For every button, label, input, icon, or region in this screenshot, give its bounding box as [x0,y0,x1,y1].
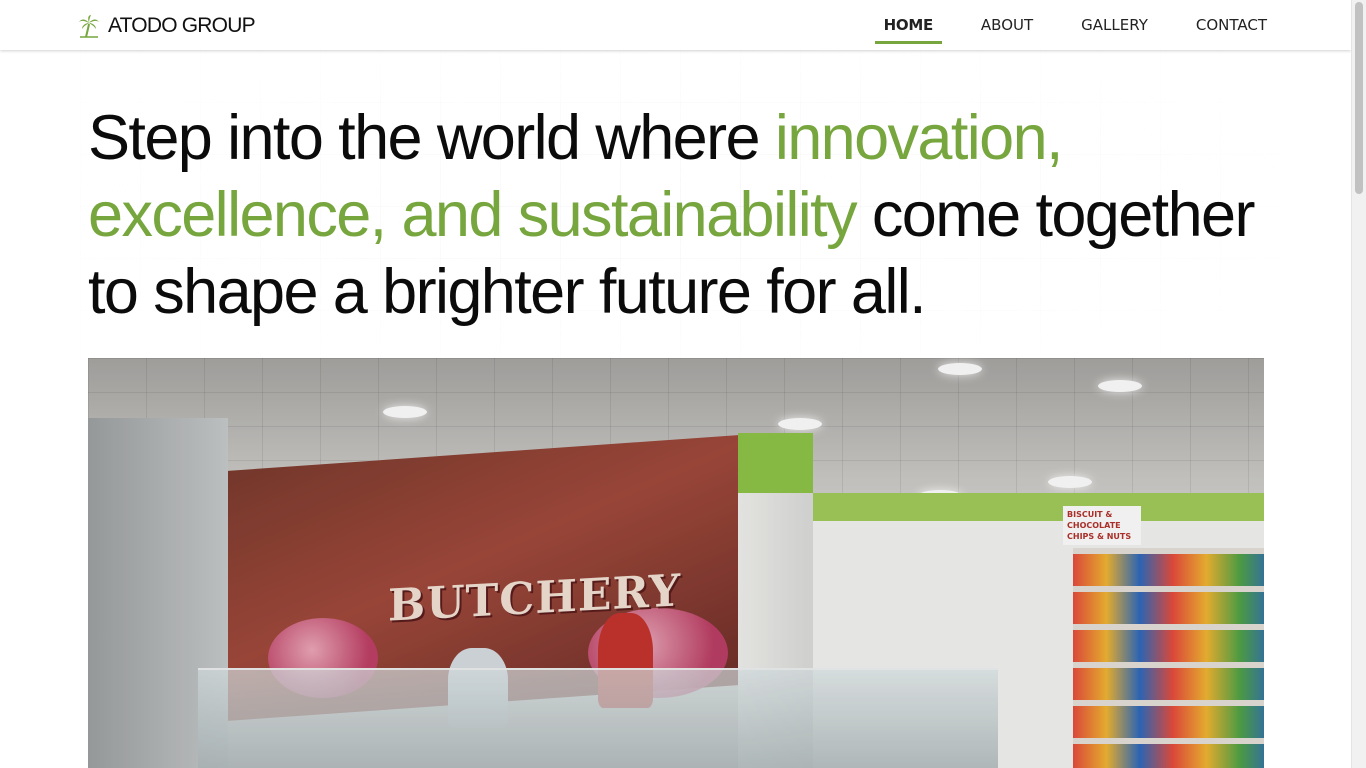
page-scrollbar[interactable] [1351,0,1366,768]
hero-headline: Step into the world where innovation, ex… [88,100,1268,331]
page: ATODO GROUP HOME ABOUT GALLERY CONTACT S… [0,0,1351,768]
nav-item-gallery[interactable]: GALLERY [1072,10,1157,40]
scrollbar-thumb[interactable] [1355,2,1363,194]
nav-item-contact[interactable]: CONTACT [1187,10,1276,40]
image-shade [88,358,1264,768]
nav-item-about[interactable]: ABOUT [972,10,1042,40]
hero-image: BUTCHERY BISCUIT & CHOCOLATE CHIPS & NUT… [88,358,1264,768]
palm-tree-icon [79,15,99,38]
brand-name: ATODO GROUP [108,14,256,37]
headline-start: Step into the world where [88,103,775,173]
site-logo[interactable]: ATODO GROUP [78,13,256,39]
site-header: ATODO GROUP HOME ABOUT GALLERY CONTACT [0,0,1351,50]
nav-item-home[interactable]: HOME [874,10,943,44]
main-nav: HOME ABOUT GALLERY CONTACT [845,0,1276,50]
